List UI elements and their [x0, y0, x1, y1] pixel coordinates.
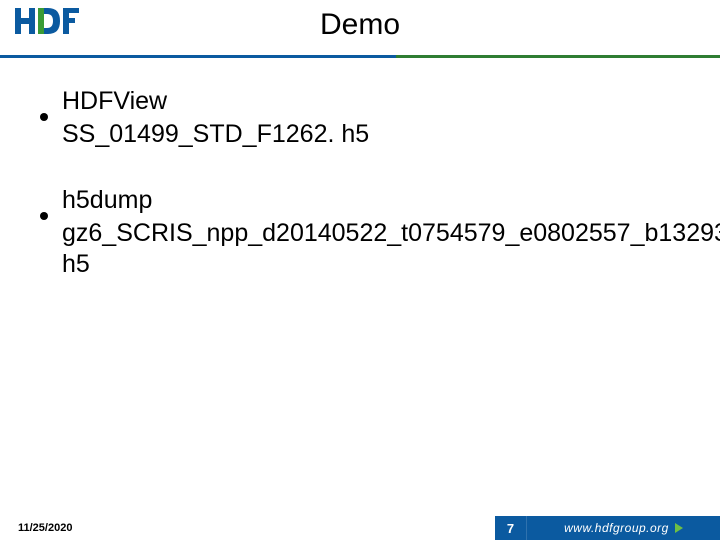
list-item: HDFView SS_01499_STD_F1262. h5 [40, 86, 690, 151]
slide: Demo HDFView SS_01499_STD_F1262. h5 h5du… [0, 0, 720, 540]
arrow-icon [675, 523, 683, 533]
header-divider [0, 55, 720, 58]
slide-header: Demo [0, 0, 720, 55]
bullet-list: HDFView SS_01499_STD_F1262. h5 h5dump gz… [40, 86, 690, 280]
bullet-icon [40, 113, 48, 121]
footer-bar: 7 www.hdfgroup.org [495, 516, 720, 540]
bullet-subtext: gz6_SCRIS_npp_d20140522_t0754579_e080255… [62, 218, 690, 281]
footer-url: www.hdfgroup.org [564, 521, 669, 535]
bullet-text: HDFView [62, 86, 167, 117]
footer-url-wrap: www.hdfgroup.org [527, 521, 720, 535]
list-item: h5dump gz6_SCRIS_npp_d20140522_t0754579_… [40, 185, 690, 281]
bullet-subtext: SS_01499_STD_F1262. h5 [62, 119, 690, 150]
slide-body: HDFView SS_01499_STD_F1262. h5 h5dump gz… [40, 80, 690, 280]
page-number: 7 [495, 516, 527, 540]
bullet-text: h5dump [62, 185, 152, 216]
footer-date: 11/25/2020 [18, 522, 72, 534]
slide-title: Demo [0, 8, 720, 42]
bullet-icon [40, 212, 48, 220]
slide-footer: 11/25/2020 7 www.hdfgroup.org [0, 512, 720, 540]
